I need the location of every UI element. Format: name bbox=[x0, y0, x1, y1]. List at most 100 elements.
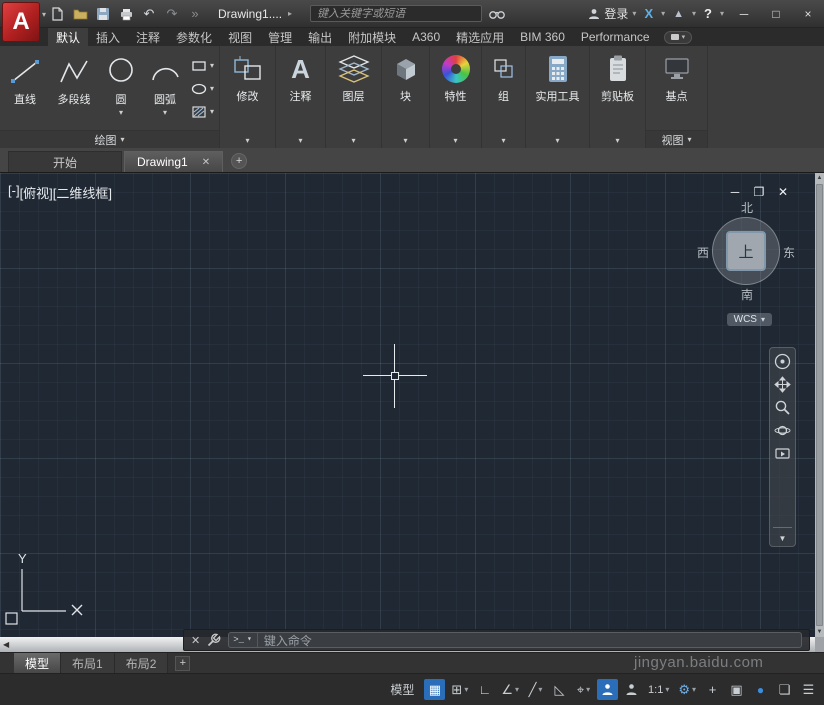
viewcube-east-label[interactable]: 东 bbox=[783, 244, 795, 261]
new-file-button[interactable] bbox=[48, 5, 66, 23]
modify-panel-button[interactable]: 修改 ▾ bbox=[220, 46, 276, 148]
search-binoculars-icon[interactable] bbox=[488, 5, 506, 23]
ribbon-tab-parametric[interactable]: 参数化 bbox=[168, 28, 220, 46]
arc-flyout-caret-icon[interactable]: ▾ bbox=[163, 109, 167, 117]
title-flyout-caret-icon[interactable]: ▸ bbox=[288, 9, 292, 18]
clipboard-panel-button[interactable]: 剪贴板 ▾ bbox=[590, 46, 646, 148]
wcs-badge[interactable]: WCS ▾ bbox=[727, 313, 772, 326]
open-file-button[interactable] bbox=[71, 5, 89, 23]
plot-button[interactable] bbox=[117, 5, 135, 23]
undo-button[interactable]: ↶ bbox=[140, 5, 158, 23]
draw-panel-footer[interactable]: 绘图 ▾ bbox=[0, 130, 219, 148]
save-button[interactable] bbox=[94, 5, 112, 23]
autodesk-exchange-icon[interactable]: X bbox=[644, 6, 653, 21]
properties-panel-button[interactable]: 特性 ▾ bbox=[430, 46, 482, 148]
hatch-tool-button[interactable]: ▾ bbox=[191, 105, 214, 119]
basepoint-button[interactable]: 基点 bbox=[646, 46, 707, 130]
ribbon-tab-performance[interactable]: Performance bbox=[573, 28, 658, 46]
model-space-toggle[interactable]: 模型 bbox=[383, 679, 421, 700]
ribbon-tab-bim360[interactable]: BIM 360 bbox=[512, 28, 573, 46]
layers-panel-button[interactable]: 图层 ▾ bbox=[326, 46, 382, 148]
annotation-panel-button[interactable]: A 注释 ▾ bbox=[276, 46, 326, 148]
polyline-tool-button[interactable]: 多段线 bbox=[48, 48, 100, 130]
pan-icon[interactable] bbox=[774, 376, 791, 393]
exchange-caret-icon[interactable]: ▾ bbox=[661, 9, 665, 18]
file-tab-start[interactable]: 开始 bbox=[8, 151, 122, 172]
command-input[interactable]: >_ ▾ 键入命令 bbox=[228, 632, 802, 648]
ribbon-tab-view[interactable]: 视图 bbox=[220, 28, 260, 46]
qat-more-icon[interactable]: » bbox=[186, 5, 204, 23]
redo-button[interactable]: ↷ bbox=[163, 5, 181, 23]
ribbon-tab-output[interactable]: 输出 bbox=[300, 28, 340, 46]
drawing-canvas[interactable]: [-] [俯视] [二维线框] ─ ❐ ✕ 北 西 东 南 上 WCS ▾ bbox=[0, 172, 824, 652]
ribbon-tab-manage[interactable]: 管理 bbox=[260, 28, 300, 46]
ribbon-tab-addins[interactable]: 附加模块 bbox=[340, 28, 404, 46]
viewcube-south-label[interactable]: 南 bbox=[741, 286, 753, 303]
new-drawing-tab-button[interactable]: + bbox=[231, 153, 247, 169]
model-tab[interactable]: 模型 bbox=[14, 653, 61, 673]
viewcube-west-label[interactable]: 西 bbox=[697, 244, 709, 261]
viewport-control-view[interactable]: [俯视] bbox=[20, 183, 53, 202]
command-prompt-button[interactable]: >_ ▾ bbox=[233, 633, 258, 647]
close-window-button[interactable]: × bbox=[796, 5, 820, 23]
vertical-scrollbar-thumb[interactable] bbox=[816, 184, 823, 626]
arc-tool-button[interactable]: 圆弧 ▾ bbox=[142, 48, 188, 130]
navbar-caret-icon[interactable]: ▼ bbox=[779, 534, 787, 543]
help-icon[interactable]: ? bbox=[704, 6, 712, 21]
vertical-scrollbar[interactable]: ▲ ▼ bbox=[815, 173, 824, 637]
groups-panel-button[interactable]: 组 ▾ bbox=[482, 46, 526, 148]
sign-in-button[interactable]: 登录 ▾ bbox=[588, 5, 636, 22]
doc-restore-icon[interactable]: ❐ bbox=[752, 185, 766, 199]
command-customize-wrench-icon[interactable] bbox=[207, 633, 221, 647]
ribbon-tab-a360[interactable]: A360 bbox=[404, 28, 448, 46]
application-menu-button[interactable]: A bbox=[2, 2, 40, 42]
scroll-down-icon[interactable]: ▼ bbox=[815, 627, 824, 637]
ribbon-tab-insert[interactable]: 插入 bbox=[88, 28, 128, 46]
circle-flyout-caret-icon[interactable]: ▾ bbox=[119, 109, 123, 117]
scroll-left-icon[interactable]: ◀ bbox=[0, 640, 9, 649]
block-panel-button[interactable]: 块 ▾ bbox=[382, 46, 430, 148]
line-tool-button[interactable]: 直线 bbox=[2, 48, 48, 130]
annotation-scale-button[interactable]: 1:1▾ bbox=[645, 679, 672, 700]
annotation-autoscale-toggle[interactable] bbox=[621, 679, 642, 700]
workspace-switching-button[interactable]: ⚙▾ bbox=[675, 679, 699, 700]
ribbon-tab-annotate[interactable]: 注释 bbox=[128, 28, 168, 46]
maximize-window-button[interactable]: □ bbox=[764, 5, 788, 23]
viewcube[interactable]: 北 西 东 南 上 bbox=[698, 201, 794, 307]
communication-caret-icon[interactable]: ▾ bbox=[692, 9, 696, 18]
layout2-tab[interactable]: 布局2 bbox=[115, 653, 169, 673]
isolate-objects-button[interactable]: ▣ bbox=[726, 679, 747, 700]
ellipse-tool-button[interactable]: ▾ bbox=[191, 82, 214, 96]
utilities-panel-button[interactable]: 实用工具 ▾ bbox=[526, 46, 590, 148]
full-navigation-wheel-icon[interactable] bbox=[774, 353, 791, 370]
ribbon-display-toggle[interactable]: ▾ bbox=[664, 31, 693, 44]
help-caret-icon[interactable]: ▾ bbox=[720, 9, 724, 18]
app-menu-caret-icon[interactable]: ▾ bbox=[42, 10, 46, 19]
isodraft-toggle[interactable]: ╱▾ bbox=[525, 679, 546, 700]
viewport-control-visual-style[interactable]: [二维线框] bbox=[53, 183, 112, 202]
circle-tool-button[interactable]: 圆 ▾ bbox=[100, 48, 142, 130]
clean-screen-toggle[interactable]: ❏ bbox=[774, 679, 795, 700]
rectangle-tool-button[interactable]: ▾ bbox=[191, 59, 214, 73]
new-layout-button[interactable]: + bbox=[175, 656, 190, 671]
search-input[interactable] bbox=[310, 5, 482, 22]
object-snap-toggle[interactable]: ⌖▾ bbox=[573, 679, 594, 700]
communication-center-icon[interactable]: ▲ bbox=[673, 8, 684, 20]
ribbon-tab-featured-apps[interactable]: 精选应用 bbox=[448, 28, 512, 46]
snap-mode-toggle[interactable]: ⊞▾ bbox=[448, 679, 471, 700]
viewcube-north-label[interactable]: 北 bbox=[741, 199, 753, 216]
show-motion-icon[interactable] bbox=[774, 445, 791, 462]
graphics-performance-toggle[interactable]: ● bbox=[750, 679, 771, 700]
customize-button[interactable]: ☰ bbox=[798, 679, 819, 700]
ribbon-tab-home[interactable]: 默认 bbox=[48, 28, 88, 46]
viewport-control-minus[interactable]: [-] bbox=[8, 183, 20, 202]
annotation-visibility-toggle[interactable] bbox=[597, 679, 618, 700]
orbit-icon[interactable] bbox=[774, 422, 791, 439]
viewcube-top-face[interactable]: 上 bbox=[726, 231, 766, 271]
doc-minimize-icon[interactable]: ─ bbox=[728, 185, 742, 199]
view-panel-footer[interactable]: 视图 ▾ bbox=[646, 130, 707, 148]
layout1-tab[interactable]: 布局1 bbox=[61, 653, 115, 673]
scroll-up-icon[interactable]: ▲ bbox=[815, 173, 824, 183]
command-close-icon[interactable]: ✕ bbox=[191, 634, 200, 647]
annotation-monitor-toggle[interactable]: + bbox=[702, 679, 723, 700]
